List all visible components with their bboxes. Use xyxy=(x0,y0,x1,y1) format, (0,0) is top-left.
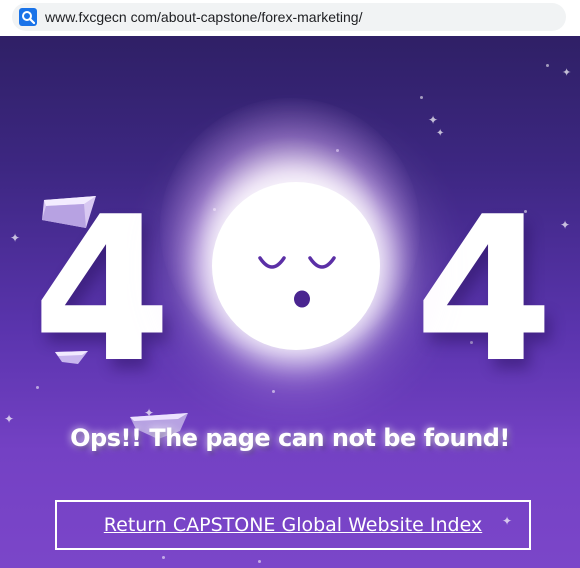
sparkle-icon: ✦ xyxy=(428,113,439,127)
sparkle-icon: ✦ xyxy=(436,128,445,139)
star-dot xyxy=(420,96,423,99)
floating-rock-icon xyxy=(55,351,88,364)
star-dot xyxy=(258,560,261,563)
star-dot xyxy=(546,64,549,67)
sleeping-moon-icon xyxy=(212,182,380,350)
star-dot xyxy=(272,390,275,393)
search-icon xyxy=(19,8,37,26)
floating-rock-icon xyxy=(42,196,96,228)
return-home-link[interactable]: Return CAPSTONE Global Website Index xyxy=(55,500,531,550)
sparkle-icon: ✦ xyxy=(10,231,21,245)
address-bar[interactable]: www.fxcgecn com/about-capstone/forex-mar… xyxy=(12,3,566,31)
url-text[interactable]: www.fxcgecn com/about-capstone/forex-mar… xyxy=(45,9,362,25)
error-message: Ops!! The page can not be found! xyxy=(70,424,510,452)
sparkle-icon: ✦ xyxy=(562,67,572,79)
sparkle-icon: ✦ xyxy=(560,218,571,232)
error-404-scene: ✦ ✦ ✦ ✦ ✦ ✦ ✦ ✦ 4 4 Ops!! The page can n… xyxy=(0,36,580,568)
browser-address-bar-area: www.fxcgecn com/about-capstone/forex-mar… xyxy=(0,0,580,36)
error-digit-right: 4 xyxy=(414,174,554,407)
star-dot xyxy=(162,556,165,559)
